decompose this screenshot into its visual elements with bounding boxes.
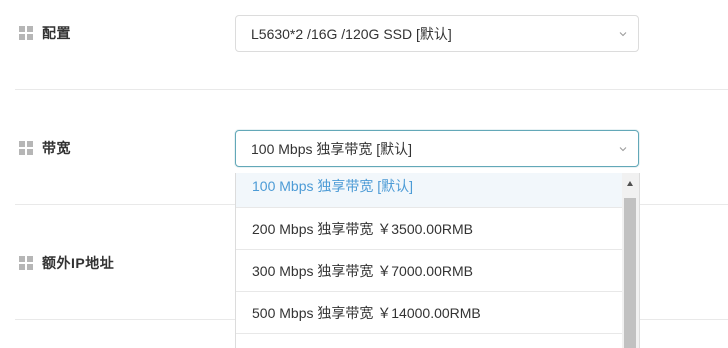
bandwidth-dropdown-list[interactable]: 100 Mbps 独享带宽 [默认] 200 Mbps 独享带宽 ￥3500.0… — [235, 173, 640, 348]
bandwidth-label: 带宽 — [42, 140, 71, 156]
config-select-value: L5630*2 /16G /120G SSD [默认] — [251, 25, 452, 42]
bandwidth-option-label: 200 Mbps 独享带宽 ￥3500.00RMB — [252, 220, 473, 237]
bandwidth-select[interactable]: 100 Mbps 独享带宽 [默认] — [235, 130, 639, 167]
bandwidth-option[interactable]: 300 Mbps 独享带宽 ￥7000.00RMB — [236, 250, 623, 292]
grid-icon — [19, 141, 33, 155]
grid-icon — [19, 256, 33, 270]
bandwidth-option[interactable]: 200 Mbps 独享带宽 ￥3500.00RMB — [236, 208, 623, 250]
bandwidth-option[interactable]: 100 Mbps 独享带宽 [默认] — [236, 173, 623, 208]
bandwidth-option-label: 500 Mbps 独享带宽 ￥14000.00RMB — [252, 304, 481, 321]
config-label-row: 配置 — [19, 24, 71, 42]
chevron-down-icon — [619, 146, 627, 151]
bandwidth-option-label: 100 Mbps 独享带宽 [默认] — [252, 178, 414, 194]
row-divider — [15, 89, 728, 90]
bandwidth-label-row: 带宽 — [19, 139, 71, 157]
config-label: 配置 — [42, 25, 71, 41]
bandwidth-select-value: 100 Mbps 独享带宽 [默认] — [251, 140, 413, 157]
extra-ip-label-row: 额外IP地址 — [19, 254, 114, 272]
bandwidth-option[interactable]: 500 Mbps 独享带宽 ￥14000.00RMB — [236, 292, 623, 334]
config-select[interactable]: L5630*2 /16G /120G SSD [默认] — [235, 15, 639, 52]
chevron-down-icon — [619, 31, 627, 36]
dropdown-scrollbar[interactable] — [622, 173, 639, 348]
scrollbar-thumb[interactable] — [624, 198, 636, 348]
extra-ip-label: 额外IP地址 — [42, 255, 115, 271]
bandwidth-option-partial[interactable] — [236, 334, 623, 348]
grid-icon — [19, 26, 33, 40]
scroll-up-arrow-icon[interactable] — [627, 181, 633, 186]
bandwidth-option-label: 300 Mbps 独享带宽 ￥7000.00RMB — [252, 262, 473, 279]
